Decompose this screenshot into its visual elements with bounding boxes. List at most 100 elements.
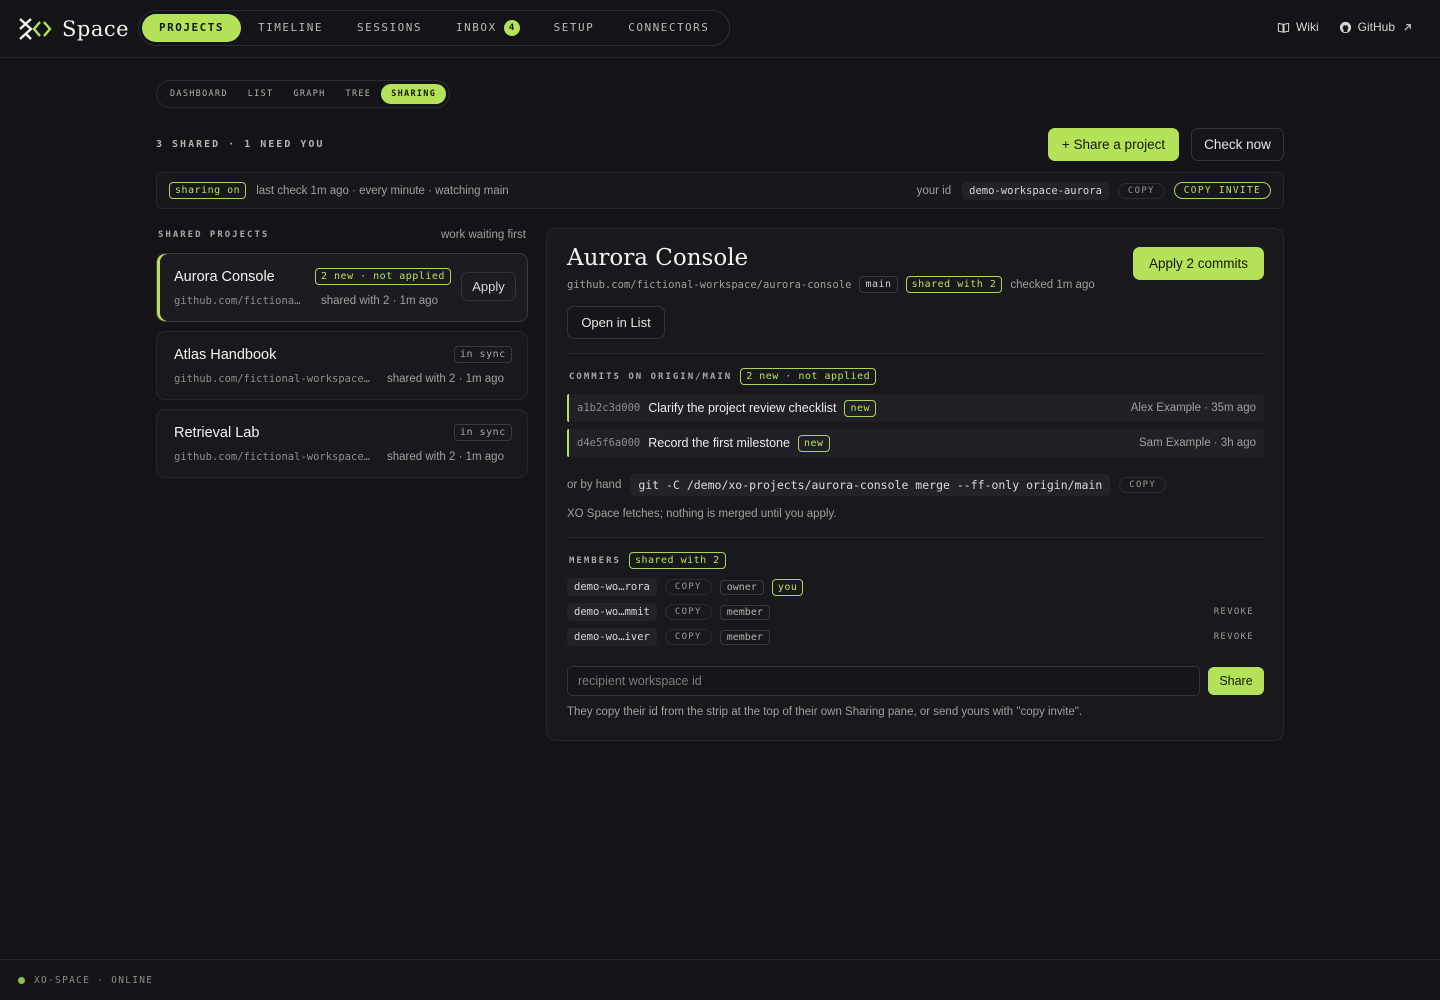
footer-status: XO-SPACE · ONLINE <box>34 974 154 986</box>
recipient-workspace-input[interactable] <box>567 666 1200 696</box>
member-row: demo-wo…iver COPY member REVOKE <box>567 627 1264 647</box>
member-id: demo-wo…rora <box>567 578 657 596</box>
tab-graph[interactable]: GRAPH <box>283 84 335 104</box>
tab-tree[interactable]: TREE <box>336 84 382 104</box>
github-label: GitHub <box>1357 20 1395 34</box>
nav-inbox-label: INBOX <box>455 21 497 34</box>
commit-message: Clarify the project review checklist <box>648 401 837 415</box>
fetch-note: XO Space fetches; nothing is merged unti… <box>567 508 837 520</box>
project-name: Retrieval Lab <box>174 425 260 441</box>
member-role: member <box>719 629 770 645</box>
member-id: demo-wo…mmit <box>567 603 657 621</box>
copy-command-button[interactable]: COPY <box>1119 477 1167 493</box>
members-shared-badge: shared with 2 <box>628 552 726 569</box>
shared-with-badge: shared with 2 <box>905 276 1003 293</box>
share-button[interactable]: Share <box>1208 667 1264 695</box>
open-in-list-button[interactable]: Open in List <box>567 306 665 339</box>
project-card-retrieval-lab[interactable]: Retrieval Lab in sync github.com/fiction… <box>156 409 528 478</box>
member-row: demo-wo…rora COPY owner you <box>567 577 1264 597</box>
detail-title: Aurora Console <box>567 245 749 271</box>
nav-sessions[interactable]: SESSIONS <box>340 14 439 42</box>
sharing-status-badge: sharing on <box>169 182 247 199</box>
project-detail-panel: Aurora Console Apply 2 commits github.co… <box>546 228 1284 741</box>
merge-command[interactable]: git -C /demo/xo-projects/aurora-console … <box>630 474 1111 496</box>
project-meta: shared with 2 · 1m ago <box>387 373 504 385</box>
project-status-badge: in sync <box>454 346 512 363</box>
detail-repo-line: github.com/fictional-workspace/aurora-co… <box>567 276 1095 293</box>
branch-badge: main <box>859 276 898 293</box>
commit-new-badge: new <box>844 399 877 417</box>
view-tabs: DASHBOARD LIST GRAPH TREE SHARING <box>156 80 451 108</box>
top-bar: Space PROJECTS TIMELINE SESSIONS INBOX 4… <box>0 0 1440 58</box>
copy-member-id-button[interactable]: COPY <box>664 579 712 595</box>
copy-invite-button[interactable]: COPY INVITE <box>1173 182 1271 199</box>
by-hand-label: or by hand <box>567 479 622 491</box>
copy-id-button[interactable]: COPY <box>1117 182 1165 199</box>
github-icon <box>1339 21 1351 33</box>
share-help-note: They copy their id from the strip at the… <box>567 706 1083 718</box>
commit-author: Sam Example · 3h ago <box>1139 437 1256 449</box>
apply-button[interactable]: Apply <box>461 272 516 301</box>
external-link-icon <box>1404 23 1411 31</box>
copy-member-id-button[interactable]: COPY <box>664 629 712 645</box>
commit-message: Record the first milestone <box>648 436 790 450</box>
brand-name: Space <box>62 17 130 41</box>
member-role: member <box>719 604 770 620</box>
nav-timeline[interactable]: TIMELINE <box>241 14 340 42</box>
check-now-button[interactable]: Check now <box>1191 128 1284 161</box>
last-check-text: last check 1m ago · every minute · watch… <box>256 184 509 197</box>
shared-projects-header: SHARED PROJECTS work waiting first <box>158 229 526 241</box>
status-dot-icon <box>18 976 25 984</box>
commit-hash: d4e5f6a000 <box>577 437 641 449</box>
book-icon <box>1277 22 1290 33</box>
revoke-button[interactable]: REVOKE <box>1214 607 1254 617</box>
sort-order-label[interactable]: work waiting first <box>441 229 526 241</box>
project-name: Atlas Handbook <box>174 347 277 363</box>
sharing-status-strip: sharing on last check 1m ago · every min… <box>156 172 1284 209</box>
copy-member-id-button[interactable]: COPY <box>664 604 712 620</box>
project-card-aurora-console[interactable]: Aurora Console 2 new · not applied githu… <box>156 253 528 322</box>
main-nav: PROJECTS TIMELINE SESSIONS INBOX 4 SETUP… <box>138 10 731 46</box>
wiki-label: Wiki <box>1295 20 1319 34</box>
wiki-link[interactable]: Wiki <box>1277 20 1319 34</box>
divider <box>567 353 1264 354</box>
status-footer: XO-SPACE · ONLINE <box>0 959 1440 1000</box>
project-meta: shared with 2 · 1m ago <box>387 451 504 463</box>
github-link[interactable]: GitHub <box>1339 20 1414 34</box>
detail-repo: github.com/fictional-workspace/aurora-co… <box>567 278 852 291</box>
commit-new-badge: new <box>797 434 830 452</box>
nav-inbox[interactable]: INBOX 4 <box>439 14 537 42</box>
project-meta: shared with 2 · 1m ago <box>321 295 438 307</box>
members-title: MEMBERS <box>569 555 621 566</box>
project-name: Aurora Console <box>174 269 275 285</box>
manual-merge-row: or by hand git -C /demo/xo-projects/auro… <box>567 474 1167 496</box>
apply-commits-button[interactable]: Apply 2 commits <box>1133 247 1264 280</box>
share-project-button[interactable]: + Share a project <box>1048 128 1179 161</box>
commit-row[interactable]: d4e5f6a000 Record the first milestone ne… <box>567 429 1264 457</box>
inbox-count-badge: 4 <box>503 20 520 36</box>
shared-projects-title: SHARED PROJECTS <box>158 230 270 240</box>
your-id-value: demo-workspace-aurora <box>962 181 1109 200</box>
project-repo: github.com/fictional-workspace/aurora-co… <box>174 295 304 307</box>
project-card-atlas-handbook[interactable]: Atlas Handbook in sync github.com/fictio… <box>156 331 528 400</box>
brand[interactable]: Space <box>18 14 129 44</box>
sharing-summary: 3 SHARED · 1 NEED YOU <box>156 139 325 150</box>
tab-list[interactable]: LIST <box>238 84 284 104</box>
commits-header: COMMITS ON ORIGIN/MAIN 2 new · not appli… <box>569 368 877 385</box>
tab-dashboard[interactable]: DASHBOARD <box>160 84 238 104</box>
commits-status-badge: 2 new · not applied <box>740 368 877 385</box>
commit-row[interactable]: a1b2c3d000 Clarify the project review ch… <box>567 394 1264 422</box>
checked-time: checked 1m ago <box>1010 278 1095 291</box>
project-status-badge: 2 new · not applied <box>315 268 451 285</box>
nav-connectors[interactable]: CONNECTORS <box>611 14 726 42</box>
xo-logo-icon <box>19 18 52 40</box>
project-repo: github.com/fictional-workspace/atlas-han… <box>174 373 374 385</box>
tab-sharing[interactable]: SHARING <box>381 84 447 104</box>
revoke-button[interactable]: REVOKE <box>1214 632 1254 642</box>
member-id: demo-wo…iver <box>567 628 657 646</box>
nav-setup[interactable]: SETUP <box>537 14 612 42</box>
member-role: owner <box>719 579 764 595</box>
members-header: MEMBERS shared with 2 <box>569 552 726 569</box>
project-status-badge: in sync <box>454 424 512 441</box>
nav-projects[interactable]: PROJECTS <box>142 14 241 42</box>
